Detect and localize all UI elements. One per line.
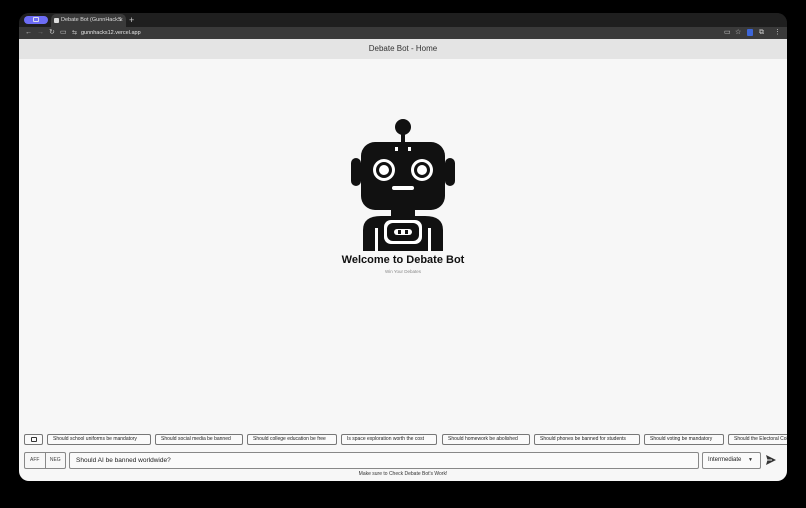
suggestion-chip[interactable]: Should college education be free [247,434,337,445]
suggestion-bar: Should school uniforms be mandatory Shou… [19,434,787,446]
tab-group-pill[interactable] [24,16,48,24]
close-tab-icon[interactable]: × [119,14,123,27]
browser-toolbar: ← → ↻ ▭ ⇆ gunnhacks12.vercel.app ▭ ☆ ⧉ ⋮ [19,27,787,39]
extensions-puzzle-icon[interactable]: ⧉ [759,29,765,36]
install-app-icon[interactable]: ▭ [724,29,731,36]
page: Debate Bot - Home Welcome to Debate Bot … [19,39,787,481]
tab-group-icon [33,17,39,22]
forward-icon[interactable]: → [37,27,44,39]
reload-icon[interactable]: ↻ [49,27,55,39]
level-select[interactable]: Intermediate ▼ [702,452,761,469]
welcome-title: Welcome to Debate Bot [341,254,465,266]
browser-tab[interactable]: Debate Bot (GunnHackS × [51,14,126,27]
extension-icon[interactable] [747,29,753,36]
browser-window: Debate Bot (GunnHackS × + ← → ↻ ▭ ⇆ gunn… [19,13,787,481]
tab-title: Debate Bot (GunnHackS [61,17,122,23]
chevron-down-icon: ▼ [748,457,753,463]
neg-toggle[interactable]: NEG [44,453,66,468]
tab-strip: Debate Bot (GunnHackS × + [19,13,787,27]
split-view-icon[interactable]: ▭ [60,27,67,39]
suggestion-chip[interactable]: Should voting be mandatory [644,434,724,445]
favicon-icon [54,18,59,23]
suggestion-chip[interactable]: Should the Electoral College [728,434,787,445]
dice-icon [31,437,37,442]
site-info-icon[interactable]: ⇆ [72,27,77,39]
footer-note: Make sure to Check Debate Bot's Work! [358,471,448,477]
send-icon[interactable] [765,454,777,466]
suggestion-chip[interactable]: Should school uniforms be mandatory [47,434,151,445]
suggestion-chip[interactable]: Should phones be banned for students [534,434,640,445]
suggestion-chip[interactable]: Should social media be banned [155,434,243,445]
side-toggle: AFF NEG [24,452,66,469]
back-icon[interactable]: ← [25,27,32,39]
welcome-subtitle: Win Your Debates [384,269,422,274]
bookmark-star-icon[interactable]: ☆ [735,29,741,36]
suggestion-chip[interactable]: Should homework be abolished [442,434,530,445]
suggestion-chip[interactable]: Is space exploration worth the cost [341,434,437,445]
shuffle-suggestions-button[interactable] [24,434,43,445]
aff-toggle[interactable]: AFF [25,453,45,468]
robot-logo-icon [351,119,455,251]
browser-menu-icon[interactable]: ⋮ [774,29,781,36]
app-header: Debate Bot - Home [19,39,787,59]
new-tab-button[interactable]: + [129,13,134,27]
topic-input[interactable]: Should AI be banned worldwide? [69,452,699,469]
address-bar[interactable]: gunnhacks12.vercel.app [81,28,141,38]
input-row: AFF NEG Should AI be banned worldwide? I… [19,452,787,470]
level-select-value: Intermediate [708,457,742,463]
